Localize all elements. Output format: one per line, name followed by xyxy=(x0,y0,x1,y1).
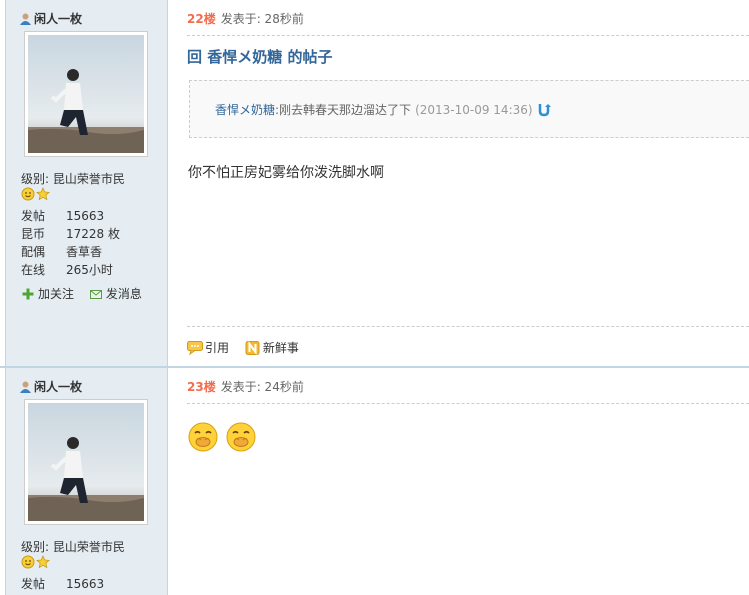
user-sidebar: 闲人一枚 级别: 昆山荣誉市民 发帖 15663 xyxy=(5,368,168,595)
laughing-face-icon xyxy=(226,422,256,452)
quote-author-link[interactable]: 香悍メ奶糖 xyxy=(215,103,275,117)
post-meta: 23楼 发表于: 24秒前 xyxy=(187,378,304,395)
avatar-image xyxy=(28,35,144,153)
news-n-icon xyxy=(245,341,260,355)
smiley-badge-icon xyxy=(21,555,35,568)
meta-divider xyxy=(187,403,749,404)
stat-posts: 发帖 15663 xyxy=(21,209,105,223)
stat-posts: 发帖 15663 xyxy=(21,577,105,591)
star-badge-icon xyxy=(36,186,50,200)
floor-number[interactable]: 22楼 xyxy=(187,12,216,26)
post-meta: 22楼 发表于: 28秒前 xyxy=(187,10,304,27)
user-actions: 加关注 发消息 xyxy=(22,285,154,302)
avatar[interactable] xyxy=(24,31,148,157)
laughing-face-icon xyxy=(188,422,218,452)
envelope-icon xyxy=(89,290,102,299)
quote-time: (2013-10-09 14:36) xyxy=(415,103,533,117)
post-time: 发表于: 28秒前 xyxy=(220,12,304,26)
user-level: 级别: 昆山荣誉市民 xyxy=(21,540,125,554)
footer-divider xyxy=(187,326,749,327)
stat-online: 在线 265小时 xyxy=(21,263,113,277)
level-badges xyxy=(21,186,51,201)
message-button[interactable]: 发消息 xyxy=(89,287,142,301)
stat-coins: 昆币 17228 枚 xyxy=(21,227,120,241)
follow-button[interactable]: 加关注 xyxy=(22,287,74,301)
smiley-badge-icon xyxy=(21,187,35,200)
post-23: 闲人一枚 级别: 昆山荣誉市民 发帖 15663 23楼 发表于: 24秒前 xyxy=(0,366,749,595)
user-stats: 发帖 15663 昆币 17228 枚 配偶 香草香 在线 265小时 xyxy=(21,207,120,279)
user-icon xyxy=(20,381,31,393)
user-level: 级别: 昆山荣誉市民 xyxy=(21,172,125,186)
star-badge-icon xyxy=(36,554,50,568)
level-badges xyxy=(21,554,51,569)
quote-bubble-icon xyxy=(187,341,203,355)
quote-text: 香悍メ奶糖:刚去韩春天那边溜达了下 (2013-10-09 14:36) xyxy=(215,101,551,118)
post-tools: 引用 新鲜事 xyxy=(187,339,311,356)
user-stats: 发帖 15663 xyxy=(21,575,104,593)
post-content: 你不怕正房妃雾给你泼洗脚水啊 xyxy=(188,165,384,181)
jump-to-post-icon[interactable] xyxy=(537,103,551,117)
avatar[interactable] xyxy=(24,399,148,525)
meta-divider xyxy=(187,35,749,36)
quote-block: 香悍メ奶糖:刚去韩春天那边溜达了下 (2013-10-09 14:36) xyxy=(189,80,749,138)
username[interactable]: 闲人一枚 xyxy=(20,378,82,395)
post-body: 23楼 发表于: 24秒前 xyxy=(167,368,749,595)
username[interactable]: 闲人一枚 xyxy=(20,10,82,27)
post-time: 发表于: 24秒前 xyxy=(220,380,304,394)
post-22: 闲人一枚 级别: 昆山荣誉市民 发帖 15663 昆币 17228 枚 配偶 香… xyxy=(0,0,749,366)
user-sidebar: 闲人一枚 级别: 昆山荣誉市民 发帖 15663 xyxy=(5,0,168,366)
post-body: 22楼 发表于: 28秒前 回 香悍メ奶糖 的帖子 香悍メ奶糖:刚去韩春天那边溜达… xyxy=(167,0,749,366)
floor-number[interactable]: 23楼 xyxy=(187,380,216,394)
user-icon xyxy=(20,13,31,25)
plus-icon xyxy=(22,288,34,300)
quote-button[interactable]: 引用 xyxy=(187,341,229,355)
stat-spouse: 配偶 香草香 xyxy=(21,245,103,259)
news-button[interactable]: 新鲜事 xyxy=(245,341,299,355)
avatar-image xyxy=(28,403,144,521)
reply-title: 回 香悍メ奶糖 的帖子 xyxy=(187,48,333,66)
